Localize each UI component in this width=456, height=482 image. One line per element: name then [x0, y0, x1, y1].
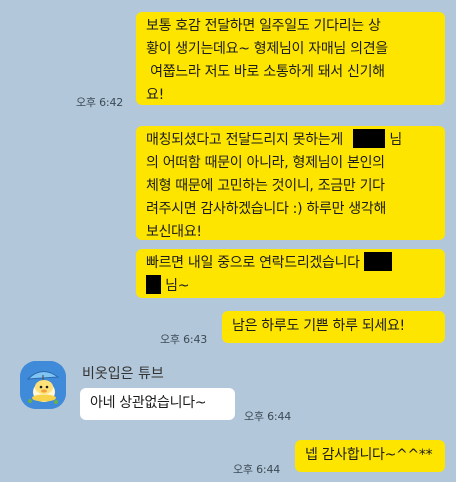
redacted-name-block	[363, 252, 392, 271]
tube-character-umbrella-icon	[20, 361, 66, 409]
sender-name: 비옷입은 튜브	[82, 366, 164, 382]
message-line: 의 어떠함 때문이 아니라, 형제님이 본인의	[146, 155, 385, 171]
redacted-name-block	[146, 275, 161, 294]
message-time: 오후 6:44	[233, 463, 281, 476]
message-text: 님~	[165, 278, 190, 294]
message-line: 보통 호감 전달하면 일주일도 기다리는 상	[146, 18, 381, 34]
message-bubble-received[interactable]: 아네 상관없습니다~	[80, 388, 235, 420]
message-line: 려주시면 감사하겠습니다 :) 하루만 생각해	[146, 201, 387, 217]
message-text: 님	[389, 132, 402, 148]
message-line: 여쭙느라 저도 바로 소통하게 돼서 신기해	[146, 64, 385, 80]
message-line: 체형 때문에 고민하는 것이니, 조금만 기다	[146, 178, 385, 194]
message-time: 오후 6:43	[160, 333, 208, 346]
message-text: 남은 하루도 기쁜 하루 되세요!	[232, 318, 405, 334]
message-text: 매칭되셨다고 전달드리지 못하는게	[146, 132, 343, 148]
message-text: 빠르면 내일 중으로 연락드리겠습니다	[146, 255, 360, 271]
message-text: 아네 상관없습니다~	[90, 395, 207, 411]
message-bubble-sent[interactable]: 넵 감사합니다~^^**	[295, 440, 445, 472]
message-bubble-sent[interactable]: 빠르면 내일 중으로 연락드리겠습니다 님~	[136, 249, 445, 298]
message-bubble-sent[interactable]: 매칭되셨다고 전달드리지 못하는게 님 의 어떠함 때문이 아니라, 형제님이 …	[136, 126, 445, 240]
message-bubble-sent[interactable]: 남은 하루도 기쁜 하루 되세요!	[222, 311, 445, 343]
message-text: 넵 감사합니다~^^**	[305, 447, 433, 463]
message-time: 오후 6:44	[244, 410, 292, 423]
message-line: 빠르면 내일 중으로 연락드리겠습니다	[146, 252, 445, 275]
sender-avatar[interactable]	[20, 361, 66, 409]
redacted-name-block	[353, 129, 386, 148]
message-line: 보신대요!	[146, 224, 202, 240]
message-time: 오후 6:42	[76, 96, 124, 109]
message-line: 님~	[146, 275, 445, 298]
message-bubble-sent[interactable]: 보통 호감 전달하면 일주일도 기다리는 상 황이 생기는데요~ 형제님이 자매…	[136, 12, 445, 105]
message-line: 요!	[146, 87, 164, 103]
message-line: 매칭되셨다고 전달드리지 못하는게 님	[146, 129, 445, 152]
message-line: 황이 생기는데요~ 형제님이 자매님 의견을	[146, 41, 388, 57]
